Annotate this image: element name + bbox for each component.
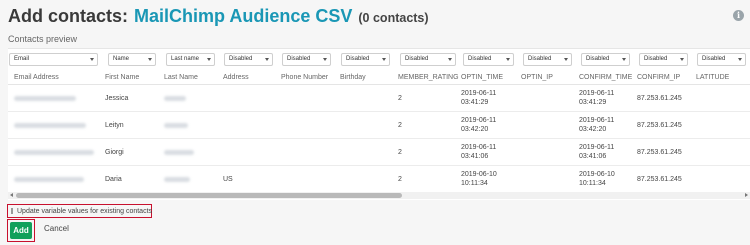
mapping-select-member-rating[interactable]: Disabled	[400, 53, 456, 66]
chevron-down-icon	[448, 58, 452, 61]
mapping-select-address[interactable]: Disabled	[224, 53, 273, 66]
first-name-cell: Leityn	[105, 122, 124, 129]
scroll-right-arrow-icon[interactable]	[745, 193, 748, 197]
confirm-date-cell: 2019-06-11	[579, 117, 615, 124]
column-header: MEMBER_RATING	[398, 74, 459, 81]
mapping-select-birthday[interactable]: Disabled	[341, 53, 390, 66]
confirm-clock-cell: 03:42:20	[579, 126, 607, 133]
rating-cell: 2	[398, 176, 402, 183]
chevron-down-icon	[738, 58, 742, 61]
chevron-down-icon	[90, 58, 94, 61]
contacts-preview-table: Email Name Last name Disabled Disabled D…	[8, 48, 750, 200]
confirm-ip-cell: 87.253.61.245	[637, 95, 682, 102]
page-title: Add contacts: MailChimp Audience CSV (0 …	[8, 6, 429, 30]
redacted-last-name	[164, 150, 194, 155]
column-header: Birthday	[340, 74, 366, 81]
optin-clock-cell: 03:41:06	[461, 153, 489, 160]
scrollbar-thumb[interactable]	[16, 193, 402, 198]
redacted-last-name	[164, 96, 186, 101]
redacted-last-name	[164, 177, 190, 182]
confirm-ip-cell: 87.253.61.245	[637, 176, 682, 183]
cancel-button[interactable]: Cancel	[44, 224, 69, 233]
scroll-left-arrow-icon[interactable]	[10, 193, 13, 197]
confirm-clock-cell: 03:41:06	[579, 153, 607, 160]
optin-date-cell: 2019-06-11	[461, 117, 497, 124]
optin-date-cell: 2019-06-10	[461, 171, 497, 178]
redacted-email	[14, 150, 94, 155]
source-name: MailChimp Audience CSV	[134, 6, 353, 26]
optin-date-cell: 2019-06-11	[461, 90, 497, 97]
redacted-email	[14, 96, 76, 101]
column-header: CONFIRM_IP	[637, 74, 681, 81]
update-existing-checkbox[interactable]	[11, 208, 13, 214]
add-button[interactable]: Add	[10, 222, 32, 239]
mapping-select-optin-ip[interactable]: Disabled	[523, 53, 572, 66]
optin-clock-cell: 03:42:20	[461, 126, 489, 133]
confirm-clock-cell: 10:11:34	[579, 180, 606, 187]
mapping-select-email[interactable]: Email	[9, 53, 98, 66]
redacted-email	[14, 123, 86, 128]
optin-clock-cell: 10:11:34	[461, 180, 488, 187]
update-existing-label: Update variable values for existing cont…	[17, 207, 153, 215]
redacted-last-name	[164, 123, 188, 128]
redacted-email	[14, 177, 84, 182]
first-name-cell: Giorgi	[105, 149, 124, 156]
table-row: Giorgi 2 2019-06-11 03:41:06 2019-06-11 …	[8, 139, 750, 166]
rating-cell: 2	[398, 122, 402, 129]
column-header: Address	[223, 74, 249, 81]
mapping-select-last-name[interactable]: Last name	[166, 53, 215, 66]
chevron-down-icon	[622, 58, 626, 61]
table-row: Leityn 2 2019-06-11 03:42:20 2019-06-11 …	[8, 112, 750, 139]
column-header: LATITUDE	[696, 74, 730, 81]
chevron-down-icon	[207, 58, 211, 61]
rating-cell: 2	[398, 95, 402, 102]
confirm-clock-cell: 03:41:29	[579, 99, 607, 106]
page-title-prefix: Add contacts:	[8, 6, 129, 26]
confirm-date-cell: 2019-06-10	[579, 171, 615, 178]
column-header: Email Address	[14, 74, 59, 81]
mapping-select-phone[interactable]: Disabled	[282, 53, 331, 66]
rating-cell: 2	[398, 149, 402, 156]
mapping-select-confirm-time[interactable]: Disabled	[581, 53, 630, 66]
address-cell: US	[223, 176, 233, 183]
chevron-down-icon	[680, 58, 684, 61]
preview-label: Contacts preview	[8, 34, 78, 44]
confirm-ip-cell: 87.253.61.245	[637, 149, 682, 156]
chevron-down-icon	[148, 58, 152, 61]
contact-count: (0 contacts)	[358, 11, 429, 25]
column-header: Phone Number	[281, 74, 329, 81]
mapping-select-optin-time[interactable]: Disabled	[463, 53, 514, 66]
column-header: First Name	[105, 74, 140, 81]
mapping-select-confirm-ip[interactable]: Disabled	[639, 53, 688, 66]
info-icon[interactable]: i	[733, 10, 744, 21]
column-header: CONFIRM_TIME	[579, 74, 633, 81]
confirm-date-cell: 2019-06-11	[579, 144, 615, 151]
table-row: Daria US 2 2019-06-10 10:11:34 2019-06-1…	[8, 166, 750, 193]
first-name-cell: Daria	[105, 176, 122, 183]
column-header: OPTIN_TIME	[461, 74, 504, 81]
chevron-down-icon	[564, 58, 568, 61]
mapping-select-first-name[interactable]: Name	[108, 53, 156, 66]
confirm-date-cell: 2019-06-11	[579, 90, 615, 97]
chevron-down-icon	[265, 58, 269, 61]
optin-clock-cell: 03:41:29	[461, 99, 489, 106]
chevron-down-icon	[323, 58, 327, 61]
confirm-ip-cell: 87.253.61.245	[637, 122, 682, 129]
chevron-down-icon	[506, 58, 510, 61]
table-row: Jessica 2 2019-06-11 03:41:29 2019-06-11…	[8, 85, 750, 112]
horizontal-scrollbar[interactable]	[8, 192, 750, 199]
column-header: Last Name	[164, 74, 198, 81]
optin-date-cell: 2019-06-11	[461, 144, 497, 151]
update-existing-option[interactable]: Update variable values for existing cont…	[7, 204, 152, 218]
column-header: OPTIN_IP	[521, 74, 553, 81]
chevron-down-icon	[382, 58, 386, 61]
mapping-select-latitude[interactable]: Disabled	[697, 53, 746, 66]
first-name-cell: Jessica	[105, 95, 129, 102]
